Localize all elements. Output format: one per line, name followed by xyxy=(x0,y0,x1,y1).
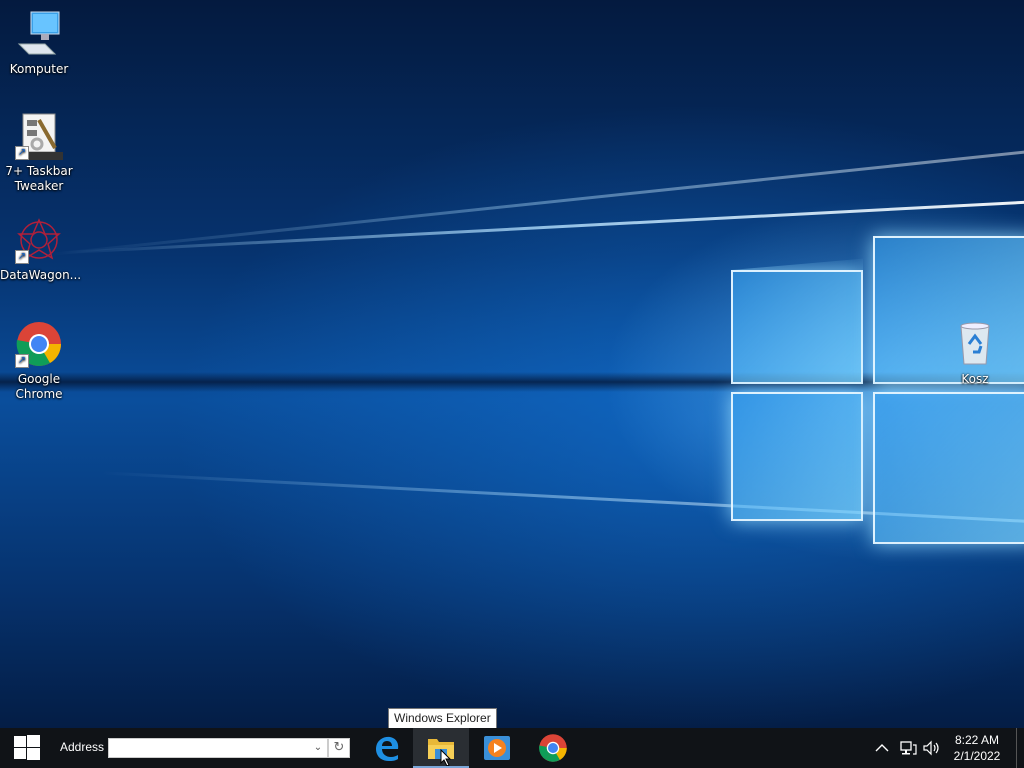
desktop-icon-label: Google Chrome xyxy=(15,372,63,401)
desktop-icon-computer[interactable]: Komputer xyxy=(0,10,78,77)
network-icon[interactable] xyxy=(898,738,918,758)
chrome-icon xyxy=(539,734,567,762)
desktop-icon-datawagon[interactable]: ↗ DataWagon... xyxy=(0,216,82,283)
taskbar-app-chrome[interactable] xyxy=(525,728,581,768)
clock-time: 8:22 AM xyxy=(954,733,1000,747)
shortcut-arrow-icon: ↗ xyxy=(15,354,29,368)
chevron-down-icon[interactable]: ⌄ xyxy=(311,741,325,755)
taskbar-clock[interactable]: 8:22 AM 2/1/2022 xyxy=(944,732,1010,764)
wallpaper-logo-pane xyxy=(731,270,863,384)
clock-date: 2/1/2022 xyxy=(953,749,1001,763)
taskbar-app-edge[interactable] xyxy=(358,728,414,768)
wallpaper-horizon xyxy=(0,372,1024,392)
desktop-icon-recycle-bin[interactable]: Kosz xyxy=(936,320,1014,387)
desktop-icon-7-taskbar-tweaker[interactable]: ↗ 7+ Taskbar Tweaker xyxy=(0,112,78,194)
windows-logo-icon xyxy=(14,735,40,760)
media-player-icon xyxy=(484,736,510,760)
show-desktop-button[interactable] xyxy=(1016,728,1024,768)
recycle-bin-icon xyxy=(951,320,999,368)
shortcut-arrow-icon: ↗ xyxy=(15,146,29,160)
computer-icon xyxy=(15,10,63,58)
taskbar-tooltip: Windows Explorer xyxy=(388,708,497,729)
taskbar-app-file-explorer[interactable] xyxy=(413,728,469,768)
refresh-icon: ↻ xyxy=(333,740,345,755)
address-refresh-button[interactable]: ↻ xyxy=(328,738,350,758)
shortcut-arrow-icon: ↗ xyxy=(15,250,29,264)
desktop-icon-label: 7+ Taskbar Tweaker xyxy=(5,164,73,193)
datawagon-icon: ↗ xyxy=(15,216,63,264)
show-hidden-icons-chevron-up-icon[interactable] xyxy=(872,738,892,758)
desktop-icon-label: Kosz xyxy=(961,372,989,386)
address-toolbar-label: Address xyxy=(60,740,105,754)
taskbar-app-media-player[interactable] xyxy=(469,728,525,768)
desktop-icon-label: Komputer xyxy=(9,62,69,76)
start-button[interactable] xyxy=(0,728,52,768)
chrome-icon: ↗ xyxy=(15,320,63,368)
desktop-icon-label: DataWagon... xyxy=(0,268,82,282)
edge-icon xyxy=(376,736,399,761)
desktop-wallpaper xyxy=(0,0,1024,728)
wallpaper-logo-pane xyxy=(731,392,863,521)
wallpaper-logo-pane xyxy=(873,392,1024,544)
mouse-cursor-icon xyxy=(440,749,452,767)
volume-icon[interactable] xyxy=(922,738,942,758)
desktop-icon-google-chrome[interactable]: ↗ Google Chrome xyxy=(0,320,78,402)
taskbar: Address ⌄ ↻ 8:22 AM 2/1/2022 xyxy=(0,728,1024,768)
address-input[interactable]: ⌄ xyxy=(108,738,328,758)
taskbar-tweaker-icon: ↗ xyxy=(15,112,63,160)
